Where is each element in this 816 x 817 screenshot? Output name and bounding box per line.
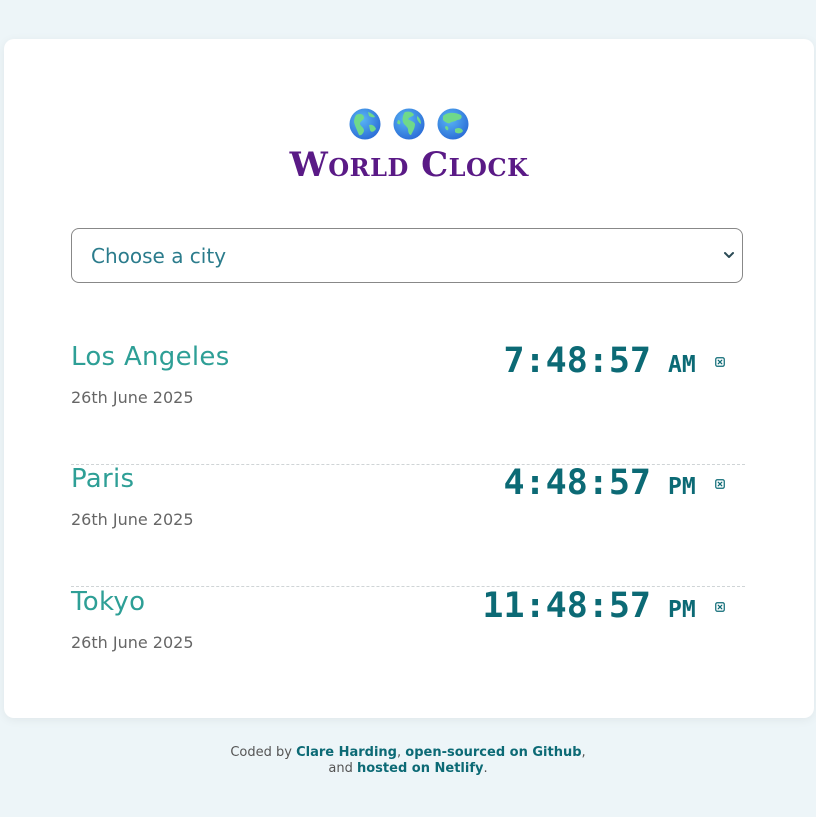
- city-date: 26th June 2025: [71, 510, 194, 529]
- globe-icons: [4, 108, 814, 144]
- city-ampm: PM: [668, 474, 696, 500]
- github-link[interactable]: open-sourced on Github: [405, 745, 581, 760]
- close-icon[interactable]: [715, 602, 725, 612]
- city-select-value: Choose a city: [91, 244, 227, 268]
- footer-line-1: Coded by Clare Harding, open-sourced on …: [0, 745, 816, 761]
- city-time: 4:48:57: [503, 463, 651, 503]
- city-select[interactable]: Choose a city: [71, 228, 743, 283]
- city-row-paris: Paris 26th June 2025 4:48:57 PM: [71, 463, 745, 587]
- close-icon[interactable]: [715, 357, 725, 367]
- city-name: Los Angeles: [71, 342, 230, 372]
- city-name: Tokyo: [71, 587, 146, 617]
- city-time: 11:48:57: [482, 586, 651, 626]
- footer: Coded by Clare Harding, open-sourced on …: [0, 745, 816, 777]
- footer-prefix: Coded by: [230, 745, 297, 760]
- footer-line-2: and hosted on Netlify.: [0, 761, 816, 777]
- globe-americas-icon: [349, 108, 381, 140]
- footer-sep: ,: [581, 745, 586, 760]
- city-name: Paris: [71, 464, 135, 494]
- footer-and: and: [328, 761, 357, 776]
- city-time: 7:48:57: [503, 341, 651, 381]
- globe-europe-africa-icon: [393, 108, 425, 140]
- globe-asia-australia-icon: [437, 108, 469, 140]
- footer-end: .: [483, 761, 488, 776]
- city-date: 26th June 2025: [71, 388, 194, 407]
- page-title: World Clock: [289, 145, 529, 185]
- city-ampm: AM: [668, 352, 696, 378]
- city-ampm: PM: [668, 597, 696, 623]
- city-row-tokyo: Tokyo 26th June 2025 11:48:57 PM: [71, 586, 745, 709]
- city-row-los-angeles: Los Angeles 26th June 2025 7:48:57 AM: [71, 341, 745, 465]
- author-link[interactable]: Clare Harding: [296, 745, 397, 760]
- close-icon[interactable]: [715, 479, 725, 489]
- netlify-link[interactable]: hosted on Netlify: [357, 761, 483, 776]
- world-clock-card: World Clock Choose a city Los Angeles 26…: [4, 39, 814, 718]
- city-date: 26th June 2025: [71, 633, 194, 652]
- chevron-down-icon: [724, 252, 734, 258]
